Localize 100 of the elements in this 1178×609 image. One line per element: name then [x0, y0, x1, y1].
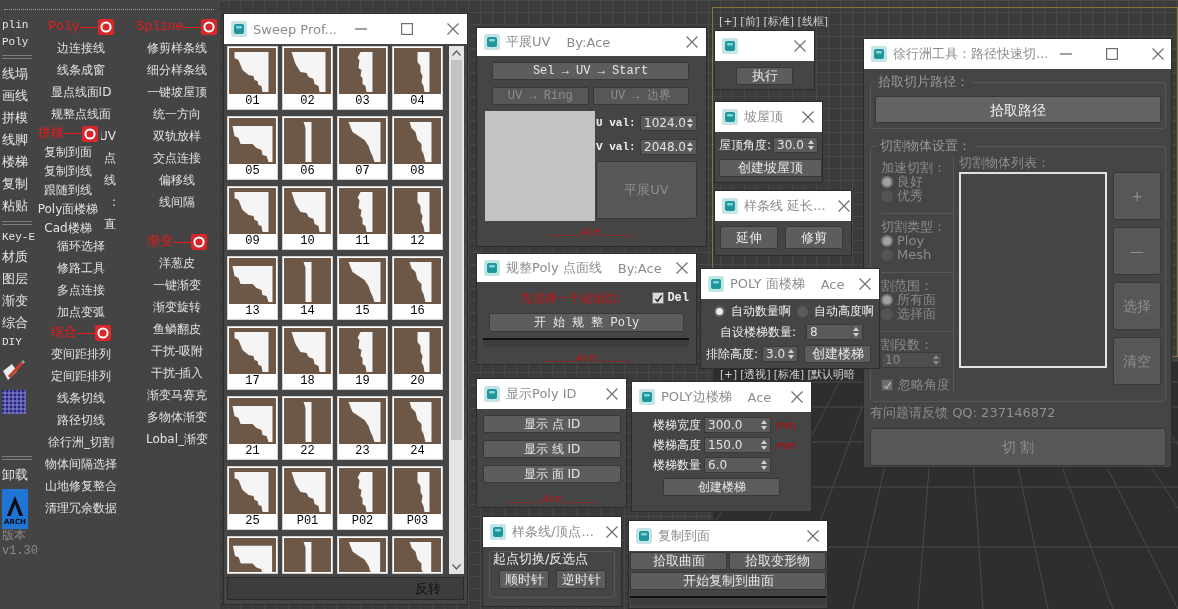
chevron-up-icon[interactable] — [452, 50, 461, 56]
pencil-icon[interactable] — [2, 359, 26, 381]
close-icon[interactable] — [676, 262, 688, 274]
profile-thumbnail[interactable]: 07 — [337, 116, 388, 180]
toolbar-item[interactable]: 线 — [104, 169, 116, 191]
profile-thumbnail[interactable] — [282, 536, 333, 574]
close-icon[interactable] — [802, 111, 814, 123]
power-icon[interactable] — [82, 125, 98, 142]
maximize-icon[interactable] — [401, 23, 413, 35]
number-field[interactable]: 300.0 — [704, 417, 771, 433]
menu-item[interactable]: 复制到面 — [35, 143, 101, 162]
spinner-arrows-icon[interactable] — [761, 460, 767, 470]
close-icon[interactable] — [807, 530, 819, 542]
toolbar-item[interactable]: 变间距排列 — [38, 343, 124, 365]
power-icon[interactable] — [97, 19, 114, 35]
profile-thumbnail[interactable] — [227, 536, 278, 574]
menu-item[interactable]: Poly面楼梯 — [35, 200, 101, 219]
uv-button[interactable]: Sel → UV → Start — [492, 62, 689, 80]
action-button[interactable]: 延伸 — [720, 226, 778, 249]
scrollbar-track[interactable] — [449, 46, 464, 574]
create-button[interactable]: 创建坡屋顶 — [719, 159, 822, 177]
toolbar-item[interactable]: 显点线面ID — [38, 81, 124, 103]
maximize-icon[interactable] — [1106, 48, 1119, 60]
number-field[interactable]: 2048.0 — [640, 139, 697, 155]
profile-thumbnail[interactable]: 06 — [282, 116, 333, 180]
toolbar-item[interactable]: 复制 — [2, 173, 28, 195]
close-icon[interactable] — [447, 23, 459, 35]
toolbar-item[interactable]: : — [111, 191, 116, 213]
spinner-arrows-icon[interactable] — [761, 420, 767, 430]
toolbar-item[interactable]: 一键渐变 — [134, 274, 220, 296]
profile-thumbnail[interactable]: 09 — [227, 186, 278, 250]
toolbar-item[interactable]: 双轨放样 — [134, 125, 220, 147]
number-field[interactable]: 8 — [806, 324, 864, 340]
toolbar-item[interactable]: 粘贴 — [2, 195, 28, 217]
profile-thumbnail[interactable]: 18 — [282, 326, 333, 390]
toolbar-item[interactable]: 加点变弧 — [38, 301, 124, 323]
profile-thumbnail[interactable]: 14 — [282, 256, 333, 320]
create-button[interactable]: 创建楼梯 — [804, 345, 872, 363]
toolbar-item[interactable]: 徐行洲_切割 — [38, 431, 124, 453]
power-icon[interactable] — [201, 19, 218, 35]
close-icon[interactable] — [794, 40, 806, 52]
toolbar-item[interactable]: 渐变 — [2, 290, 28, 312]
title-bar[interactable]: 徐行洲工具：路径快速切... — [864, 39, 1171, 69]
profile-thumbnail[interactable]: 22 — [282, 396, 333, 460]
number-field[interactable]: 6.0 — [704, 457, 771, 473]
toolbar-item[interactable]: 交点连接 — [134, 147, 220, 169]
title-bar[interactable] — [715, 31, 814, 61]
title-bar[interactable]: 坡屋顶 — [715, 102, 822, 132]
toolbar-item[interactable]: 拼模 — [2, 107, 28, 129]
toolbar-item[interactable]: 线条切线 — [38, 387, 124, 409]
close-icon[interactable] — [791, 391, 803, 403]
show-id-button[interactable]: 显示 线 ID — [483, 440, 621, 458]
execute-button[interactable]: 执行 — [736, 67, 793, 85]
profile-thumbnail[interactable]: 16 — [392, 256, 443, 320]
toolbar-item[interactable]: 细分样条线 — [134, 59, 220, 81]
profile-thumbnail[interactable]: P03 — [392, 466, 443, 530]
toolbar-item[interactable]: 干扰-插入 — [134, 362, 220, 384]
title-bar[interactable]: 样条线/顶点... — [483, 517, 621, 547]
show-id-button[interactable]: 显示 点 ID — [483, 415, 621, 433]
profile-thumbnail[interactable]: 08 — [392, 116, 443, 180]
profile-thumbnail[interactable]: 13 — [227, 256, 278, 320]
toolbar-item[interactable]: 鱼鳞翻皮 — [134, 318, 220, 340]
profile-thumbnail[interactable]: P01 — [282, 466, 333, 530]
title-bar[interactable]: 样条线 延长... — [715, 191, 851, 221]
profile-thumbnail[interactable] — [392, 536, 443, 574]
profile-thumbnail[interactable]: P02 — [337, 466, 388, 530]
profile-thumbnail[interactable]: 04 — [392, 46, 443, 110]
direction-button[interactable]: 逆时针 — [556, 570, 606, 589]
menu-item[interactable]: 跟随到线 — [35, 181, 101, 200]
profile-thumbnail[interactable]: 21 — [227, 396, 278, 460]
scrollbar-thumb[interactable] — [451, 60, 462, 440]
show-id-button[interactable]: 显示 面 ID — [483, 465, 621, 483]
close-icon[interactable] — [837, 200, 850, 212]
action-button[interactable]: 拾取曲面 — [630, 552, 727, 570]
close-icon[interactable] — [859, 278, 871, 290]
radio-button[interactable] — [714, 305, 725, 317]
toolbar-item[interactable]: 点 — [104, 147, 116, 169]
spinner-arrows-icon[interactable] — [687, 142, 693, 152]
profile-thumbnail[interactable]: 11 — [337, 186, 388, 250]
direction-button[interactable]: 顺时针 — [499, 570, 549, 589]
toolbar-item[interactable]: 渐变旋转 — [134, 296, 220, 318]
checkbox[interactable] — [652, 292, 665, 304]
viewport-label[interactable]: [+] [透视] [标准] [默认明暗 — [720, 369, 856, 380]
toolbar-item[interactable]: 卸载 — [2, 464, 28, 486]
spinner-arrows-icon[interactable] — [788, 349, 795, 359]
close-icon[interactable] — [606, 388, 618, 400]
create-button[interactable]: 创建楼梯 — [663, 478, 780, 496]
spinner-arrows-icon[interactable] — [808, 140, 815, 150]
profile-thumbnail[interactable]: 19 — [337, 326, 388, 390]
toolbar-item[interactable]: 物体间隔选择 — [38, 453, 124, 475]
toolbar-item[interactable]: 修剪样条线 — [134, 37, 220, 59]
toolbar-item[interactable]: Key-E — [2, 229, 35, 246]
profile-thumbnail[interactable]: 01 — [227, 46, 278, 110]
title-bar[interactable]: 复制到面 — [629, 521, 827, 551]
checkbox[interactable] — [881, 379, 893, 391]
title-bar[interactable]: POLY边楼梯 Ace — [632, 382, 811, 412]
radio-button[interactable] — [881, 235, 893, 247]
toolbar-item[interactable]: DIY — [2, 334, 22, 351]
profile-thumbnail[interactable]: 10 — [282, 186, 333, 250]
profile-thumbnail[interactable]: 24 — [392, 396, 443, 460]
